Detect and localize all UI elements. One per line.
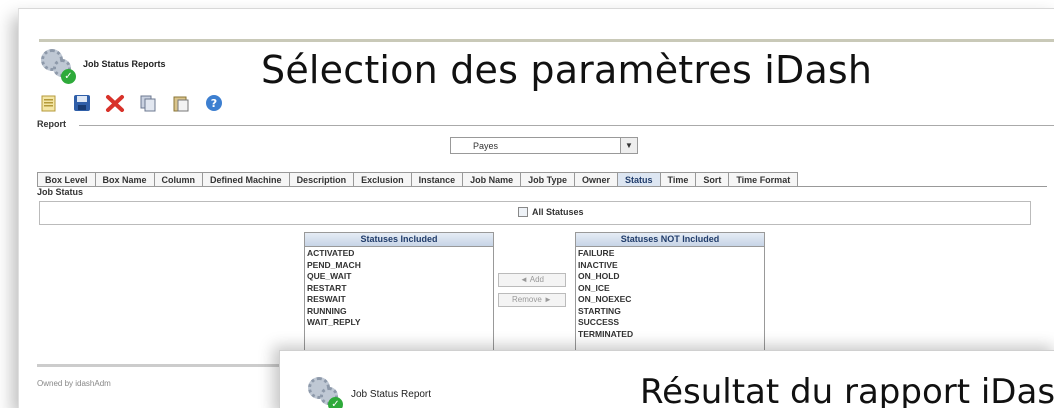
job-status-section-label: Job Status — [37, 187, 84, 197]
owned-by-text: Owned by idashAdm — [37, 379, 111, 388]
tab-job-type[interactable]: Job Type — [520, 172, 575, 186]
all-statuses-bar: All Statuses — [39, 201, 1031, 225]
tab-status[interactable]: Status — [616, 172, 661, 186]
list-item[interactable]: ON_ICE — [578, 283, 762, 295]
statuses-not-included-list[interactable]: Statuses NOT Included FAILURE INACTIVE O… — [575, 232, 765, 354]
list-item[interactable]: WAIT_REPLY — [307, 317, 491, 329]
list-item[interactable]: PEND_MACH — [307, 260, 491, 272]
list-item[interactable]: INACTIVE — [578, 260, 762, 272]
list-item[interactable]: RESTART — [307, 283, 491, 295]
tab-defined-machine[interactable]: Defined Machine — [202, 172, 290, 186]
list-item[interactable]: SUCCESS — [578, 317, 762, 329]
report-select[interactable]: Payes ▼ — [450, 137, 638, 154]
tab-box-name[interactable]: Box Name — [94, 172, 155, 186]
tab-column[interactable]: Column — [153, 172, 204, 186]
parameter-selection-screenshot: ✓ Job Status Reports Sélection des param… — [18, 8, 1054, 408]
report-section-label: Report — [37, 119, 66, 129]
statuses-included-header: Statuses Included — [305, 233, 493, 247]
all-statuses-label: All Statuses — [532, 207, 584, 217]
list-item[interactable]: TERMINATED — [578, 329, 762, 341]
svg-text:?: ? — [211, 97, 217, 110]
statuses-not-included-header: Statuses NOT Included — [576, 233, 764, 247]
report-result-title: Job Status Report — [351, 389, 432, 400]
tab-bar: Box Level Box Name Column Defined Machin… — [37, 172, 1047, 187]
header-rule — [39, 39, 1054, 42]
tab-box-level[interactable]: Box Level — [37, 172, 96, 186]
tab-instance[interactable]: Instance — [410, 172, 464, 186]
report-section-rule — [79, 125, 1054, 126]
tab-sort[interactable]: Sort — [695, 172, 730, 186]
app-title: Job Status Reports — [83, 59, 166, 69]
list-item[interactable]: STARTING — [578, 306, 762, 318]
tab-time[interactable]: Time — [659, 172, 697, 186]
tab-job-name[interactable]: Job Name — [462, 172, 522, 186]
tab-owner[interactable]: Owner — [573, 172, 618, 186]
report-result-screenshot: ✓ Job Status Report Résultat du rapport … — [279, 350, 1054, 408]
add-button[interactable]: ◄ Add — [498, 273, 566, 287]
copy-icon[interactable] — [138, 94, 158, 112]
list-item[interactable]: RESWAIT — [307, 294, 491, 306]
list-item[interactable]: ON_HOLD — [578, 271, 762, 283]
remove-button[interactable]: Remove ► — [498, 293, 566, 307]
list-item[interactable]: FAILURE — [578, 248, 762, 260]
list-item[interactable]: ON_NOEXEC — [578, 294, 762, 306]
help-icon[interactable]: ? — [204, 94, 224, 112]
list-item[interactable]: RUNNING — [307, 306, 491, 318]
toolbar: ? — [39, 94, 224, 114]
chevron-down-icon[interactable]: ▼ — [620, 138, 637, 153]
footer-rule — [37, 364, 287, 367]
delete-icon[interactable] — [105, 94, 125, 112]
tab-time-format[interactable]: Time Format — [728, 172, 799, 186]
all-statuses-checkbox[interactable] — [518, 207, 528, 217]
slide-stage: ✓ Job Status Reports Sélection des param… — [0, 0, 1054, 408]
tab-description[interactable]: Description — [288, 172, 355, 186]
statuses-included-list[interactable]: Statuses Included ACTIVATED PEND_MACH QU… — [304, 232, 494, 354]
list-item[interactable]: ACTIVATED — [307, 248, 491, 260]
overlay-title-result: Résultat du rapport iDash — [640, 372, 1054, 408]
new-document-icon[interactable] — [39, 94, 59, 112]
list-item[interactable]: QUE_WAIT — [307, 271, 491, 283]
overlay-title-parameters: Sélection des paramètres iDash — [261, 48, 873, 92]
report-select-value: Payes — [473, 141, 499, 151]
gears-check-icon: ✓ — [39, 47, 77, 85]
all-statuses-checkbox-row[interactable]: All Statuses — [518, 207, 584, 217]
gears-check-icon: ✓ — [306, 375, 344, 408]
save-icon[interactable] — [72, 94, 92, 112]
paste-icon[interactable] — [171, 94, 191, 112]
tab-exclusion[interactable]: Exclusion — [353, 172, 412, 186]
